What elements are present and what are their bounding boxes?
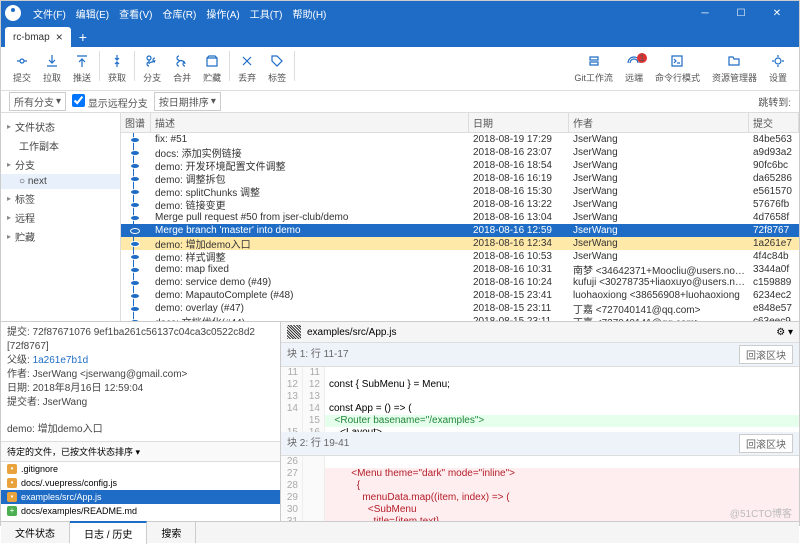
toolbar-分支[interactable]: 分支 bbox=[137, 51, 167, 86]
toolbar-拉取[interactable]: 拉取 bbox=[37, 51, 67, 86]
toolbar-丢弃[interactable]: 丢弃 bbox=[232, 51, 262, 86]
titlebar: 文件(F)编辑(E)查看(V)仓库(R)操作(A)工具(T)帮助(H) ─ ☐ … bbox=[1, 1, 799, 25]
commit-row[interactable]: demo: map fixed2018-08-16 10:31南梦 <34642… bbox=[121, 263, 799, 276]
toolbar-标签[interactable]: 标签 bbox=[262, 51, 292, 86]
diff-line[interactable]: 28 { bbox=[281, 480, 799, 492]
diff-line[interactable]: 27 <Menu theme="dark" mode="inline"> bbox=[281, 468, 799, 480]
commit-row[interactable]: demo: service demo (#49)2018-08-16 10:24… bbox=[121, 276, 799, 289]
commit-list: 图谱 描述 日期 作者 提交 fix: #512018-08-19 17:29J… bbox=[121, 113, 799, 321]
window-controls: ─ ☐ ✕ bbox=[687, 1, 795, 25]
commit-header: 图谱 描述 日期 作者 提交 bbox=[121, 113, 799, 133]
watermark: @51CTO博客 bbox=[730, 505, 792, 520]
diff-line[interactable]: 30 <SubMenu bbox=[281, 504, 799, 516]
menu-item[interactable]: 帮助(H) bbox=[288, 4, 330, 23]
commit-row[interactable]: demo: 链接变更2018-08-16 13:22JserWang 57676… bbox=[121, 198, 799, 211]
file-row[interactable]: •docs/.vuepress/config.js bbox=[1, 476, 280, 490]
toolbar-命令行模式[interactable]: 命令行模式 bbox=[649, 51, 706, 86]
col-graph[interactable]: 图谱 bbox=[121, 113, 151, 132]
minimize-button[interactable]: ─ bbox=[687, 1, 723, 25]
diff-file-path: examples/src/App.js bbox=[307, 327, 396, 338]
close-button[interactable]: ✕ bbox=[759, 1, 795, 25]
file-row[interactable]: +docs/examples/README.md bbox=[1, 504, 280, 518]
col-desc[interactable]: 描述 bbox=[151, 113, 469, 132]
repo-tabbar: rc-bmap × + bbox=[1, 25, 799, 47]
toolbar-合并[interactable]: 合并 bbox=[167, 51, 197, 86]
app-logo bbox=[5, 5, 21, 21]
file-status-icon: • bbox=[7, 464, 17, 474]
toolbar-Git工作流[interactable]: Git工作流 bbox=[568, 51, 619, 86]
sidebar-item[interactable]: ▸ 贮藏 bbox=[1, 227, 120, 246]
revert-hunk-button[interactable]: 回滚区块 bbox=[739, 434, 793, 453]
repo-tab[interactable]: rc-bmap × bbox=[5, 27, 71, 47]
menubar: 文件(F)编辑(E)查看(V)仓库(R)操作(A)工具(T)帮助(H) bbox=[29, 4, 330, 23]
diff-line[interactable]: 1414const App = () => ( bbox=[281, 403, 799, 415]
sidebar-item[interactable]: ▸ 分支 bbox=[1, 155, 120, 174]
file-status-icon: + bbox=[7, 506, 17, 516]
diff-line[interactable]: 1313 bbox=[281, 391, 799, 403]
col-commit[interactable]: 提交 bbox=[749, 113, 799, 132]
jump-label: 跳转到: bbox=[758, 94, 791, 109]
tab-add-button[interactable]: + bbox=[71, 27, 95, 47]
tab-label: rc-bmap bbox=[13, 32, 50, 43]
toolbar-提交[interactable]: 提交 bbox=[7, 51, 37, 86]
toolbar-推送[interactable]: 推送 bbox=[67, 51, 97, 86]
menu-item[interactable]: 操作(A) bbox=[202, 4, 243, 23]
diff-line[interactable]: 29 menuData.map((item, index) => ( bbox=[281, 492, 799, 504]
diff-line[interactable]: 26 bbox=[281, 456, 799, 468]
hunk-header: 块 2: 行 19-41 bbox=[287, 434, 349, 453]
sidebar-item[interactable]: ▸ 标签 bbox=[1, 189, 120, 208]
toolbar-设置[interactable]: 设置 bbox=[763, 51, 793, 86]
file-row[interactable]: •.gitignore bbox=[1, 462, 280, 476]
commit-row[interactable]: Merge pull request #50 from jser-club/de… bbox=[121, 211, 799, 224]
menu-item[interactable]: 仓库(R) bbox=[158, 4, 200, 23]
statusbar: 文件状态日志 / 历史搜索 bbox=[1, 521, 799, 543]
diff-line[interactable]: 1212const { SubMenu } = Menu; bbox=[281, 379, 799, 391]
status-tab[interactable]: 文件状态 bbox=[1, 522, 70, 543]
menu-item[interactable]: 编辑(E) bbox=[72, 4, 113, 23]
sidebar-item[interactable]: ▸ 文件状态 bbox=[1, 117, 120, 136]
sidebar: ▸ 文件状态 工作副本▸ 分支○ next▸ 标签▸ 远程▸ 贮藏 bbox=[1, 113, 121, 321]
toolbar-资源管理器[interactable]: 资源管理器 bbox=[706, 51, 763, 86]
sidebar-item[interactable]: 工作副本 bbox=[1, 136, 120, 155]
commit-row[interactable]: docs: 文档优化(#44)2018-08-15 23:11丁嘉 <72704… bbox=[121, 315, 799, 321]
menu-item[interactable]: 工具(T) bbox=[246, 4, 287, 23]
commit-metadata: 提交: 72f87671076 9ef1ba261c56137c04ca3c05… bbox=[1, 322, 280, 442]
filter-bar: 所有分支 ▾ 显示远程分支 按日期排序 ▾ 跳转到: bbox=[1, 91, 799, 113]
diff-panel: examples/src/App.js ⚙ ▾ 块 1: 行 11-17 回滚区块… bbox=[281, 322, 799, 521]
file-status-icon: • bbox=[7, 492, 17, 502]
parent-link[interactable]: 1a261e7b1d bbox=[33, 355, 89, 366]
col-author[interactable]: 作者 bbox=[569, 113, 749, 132]
show-remote-checkbox[interactable]: 显示远程分支 bbox=[72, 94, 148, 110]
commit-detail-panel: 提交: 72f87671076 9ef1ba261c56137c04ca3c05… bbox=[1, 322, 281, 521]
file-row[interactable]: •examples/src/App.js bbox=[1, 490, 280, 504]
diff-line[interactable]: 31 title={item.text} bbox=[281, 516, 799, 521]
main-toolbar: 提交拉取推送获取分支合并贮藏丢弃标签 Git工作流1远端命令行模式资源管理器设置 bbox=[1, 47, 799, 91]
tab-close-icon[interactable]: × bbox=[56, 30, 63, 44]
status-tab[interactable]: 日志 / 历史 bbox=[70, 521, 147, 544]
file-status-icon: • bbox=[7, 478, 17, 488]
revert-hunk-button[interactable]: 回滚区块 bbox=[739, 345, 793, 364]
maximize-button[interactable]: ☐ bbox=[723, 1, 759, 25]
col-date[interactable]: 日期 bbox=[469, 113, 569, 132]
qr-icon bbox=[287, 325, 301, 339]
hunk-header: 块 1: 行 11-17 bbox=[287, 345, 349, 364]
menu-item[interactable]: 查看(V) bbox=[115, 4, 156, 23]
menu-item[interactable]: 文件(F) bbox=[29, 4, 70, 23]
toolbar-远端[interactable]: 1远端 bbox=[619, 51, 649, 86]
diff-line[interactable]: 15 <Router basename="/examples"> bbox=[281, 415, 799, 427]
diff-line[interactable]: 1111 bbox=[281, 367, 799, 379]
sidebar-item[interactable]: ○ next bbox=[1, 174, 120, 189]
toolbar-获取[interactable]: 获取 bbox=[102, 51, 132, 86]
sort-dropdown[interactable]: 按日期排序 ▾ bbox=[154, 92, 221, 111]
file-filter-dropdown[interactable]: 待定的文件，已按文件状态排序 ▾ bbox=[1, 442, 280, 462]
sidebar-item[interactable]: ▸ 远程 bbox=[1, 208, 120, 227]
diff-settings-icon[interactable]: ⚙ ▾ bbox=[776, 327, 793, 338]
status-tab[interactable]: 搜索 bbox=[147, 522, 196, 543]
toolbar-贮藏[interactable]: 贮藏 bbox=[197, 51, 227, 86]
branch-filter[interactable]: 所有分支 ▾ bbox=[9, 92, 66, 111]
